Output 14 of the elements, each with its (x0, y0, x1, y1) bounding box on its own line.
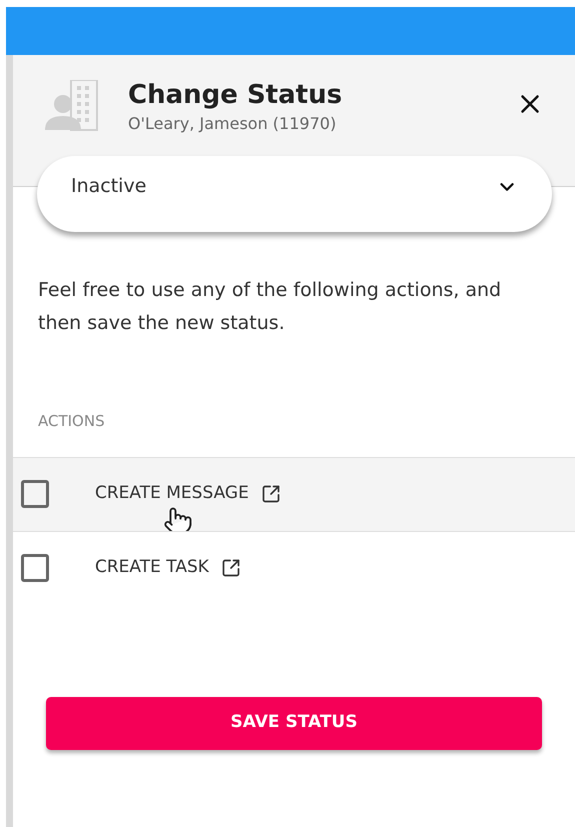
status-dropdown[interactable]: Inactive (37, 156, 552, 232)
section-heading: ACTIONS (38, 411, 105, 432)
checkbox[interactable] (21, 480, 49, 508)
checkbox[interactable] (21, 554, 49, 582)
save-status-button[interactable]: SAVE STATUS (46, 696, 542, 750)
panel-title: Change Status (128, 79, 342, 112)
external-link-icon (260, 484, 281, 504)
action-link[interactable]: CREATE MESSAGE (95, 481, 249, 507)
action-link[interactable]: CREATE TASK (95, 555, 209, 581)
customer-name: O'Leary, Jameson (11970) (128, 113, 338, 135)
external-link-icon (220, 558, 241, 578)
agent-building-icon (43, 80, 99, 132)
action-row[interactable]: CREATE MESSAGE (13, 456, 575, 530)
intro-text: Feel free to use any of the following actions, and then save the new status. (37, 278, 502, 336)
